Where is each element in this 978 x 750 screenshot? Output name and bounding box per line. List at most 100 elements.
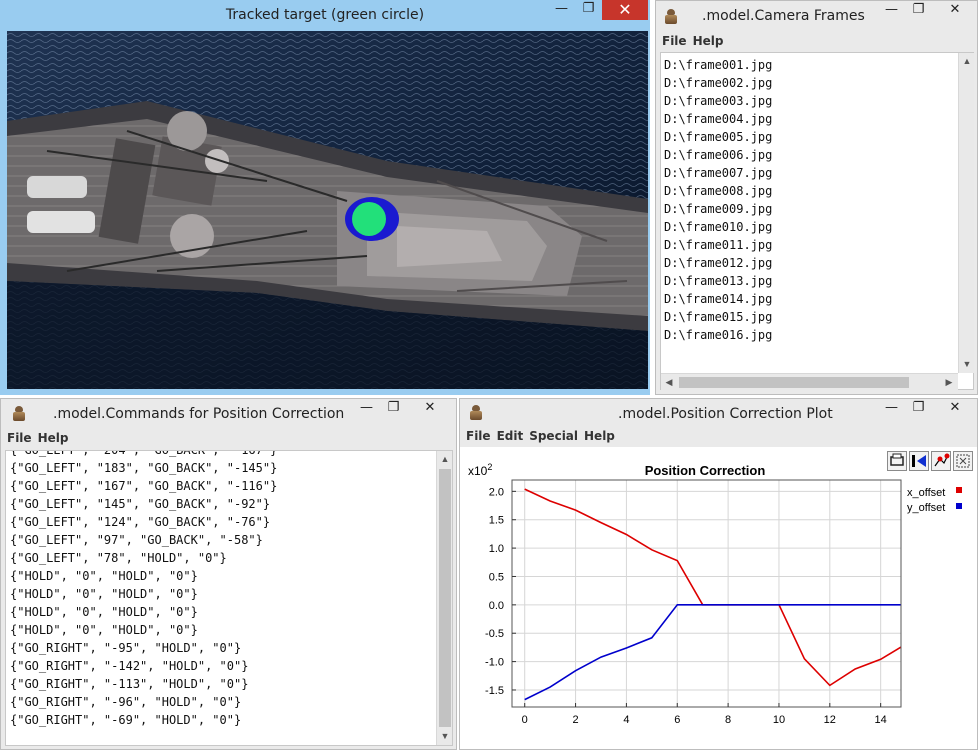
- scroll-thumb[interactable]: [679, 377, 909, 388]
- list-item[interactable]: {"GO_LEFT", "183", "GO_BACK", "-145"}: [10, 459, 277, 477]
- commands-titlebar[interactable]: .model.Commands for Position Correction …: [1, 399, 456, 429]
- legend-swatch-x-offset: [956, 487, 962, 493]
- legend-label-y-offset: y_offset: [907, 502, 945, 514]
- camera-frames-titlebar[interactable]: .model.Camera Frames — ❐ ✕: [656, 1, 977, 31]
- legend-swatch-y-offset: [956, 503, 962, 509]
- y-tick-label: 1.0: [489, 543, 504, 555]
- list-item[interactable]: D:\frame009.jpg: [664, 200, 772, 218]
- y-tick-label: -0.5: [485, 628, 504, 640]
- minimize-button[interactable]: —: [548, 0, 575, 20]
- series-line-x-offset: [524, 488, 901, 687]
- list-item[interactable]: D:\frame014.jpg: [664, 290, 772, 308]
- menu-file[interactable]: File: [662, 34, 687, 48]
- y-tick-label: 0.0: [489, 600, 504, 612]
- list-item[interactable]: {"GO_LEFT", "78", "HOLD", "0"}: [10, 549, 277, 567]
- list-item[interactable]: {"GO_RIGHT", "-142", "HOLD", "0"}: [10, 657, 277, 675]
- list-item[interactable]: D:\frame004.jpg: [664, 110, 772, 128]
- list-item[interactable]: D:\frame011.jpg: [664, 236, 772, 254]
- minimize-button[interactable]: —: [353, 399, 380, 419]
- maximize-button[interactable]: ❐: [905, 1, 932, 21]
- vertical-scrollbar[interactable]: ▲ ▼: [958, 53, 974, 373]
- list-item[interactable]: {"GO_LEFT", "167", "GO_BACK", "-116"}: [10, 477, 277, 495]
- app-icon: [12, 405, 26, 421]
- list-item[interactable]: D:\frame013.jpg: [664, 272, 772, 290]
- list-item[interactable]: D:\frame002.jpg: [664, 74, 772, 92]
- position-correction-chart: 0 2 4 6 8 10 12 14 2.0 1.5 1.0 0.5 0.0 -0.5 -1.0 -1.5 P…: [468, 462, 962, 726]
- commands-window: .model.Commands for Position Correction …: [0, 398, 457, 750]
- app-icon: [469, 404, 483, 420]
- vertical-scrollbar[interactable]: ▲ ▼: [436, 451, 452, 745]
- menu-bar: File Help: [656, 30, 977, 52]
- plot-window: .model.Position Correction Plot — ❐ ✕ Fi…: [459, 398, 978, 750]
- app-icon: [664, 8, 678, 24]
- list-item[interactable]: {"GO_RIGHT", "-113", "HOLD", "0"}: [10, 675, 277, 693]
- list-item[interactable]: D:\frame010.jpg: [664, 218, 772, 236]
- menu-file[interactable]: File: [466, 429, 491, 443]
- list-item[interactable]: {"GO_LEFT", "97", "GO_BACK", "-58"}: [10, 531, 277, 549]
- tracked-target-titlebar[interactable]: Tracked target (green circle) — ❐ ✕: [0, 0, 650, 30]
- menu-help[interactable]: Help: [584, 429, 615, 443]
- tracked-target-window: Tracked target (green circle) — ❐ ✕: [0, 0, 650, 395]
- close-button[interactable]: ✕: [932, 1, 977, 21]
- minimize-button[interactable]: —: [878, 1, 905, 21]
- close-button[interactable]: ✕: [932, 399, 977, 419]
- list-item[interactable]: D:\frame008.jpg: [664, 182, 772, 200]
- list-item[interactable]: D:\frame016.jpg: [664, 326, 772, 344]
- list-item[interactable]: D:\frame005.jpg: [664, 128, 772, 146]
- list-item[interactable]: D:\frame007.jpg: [664, 164, 772, 182]
- close-button[interactable]: ✕: [407, 399, 453, 419]
- list-item[interactable]: {"HOLD", "0", "HOLD", "0"}: [10, 585, 277, 603]
- menu-special[interactable]: Special: [529, 429, 578, 443]
- list-item[interactable]: D:\frame001.jpg: [664, 56, 772, 74]
- menu-bar: File Edit Special Help: [460, 425, 977, 447]
- list-item[interactable]: D:\frame006.jpg: [664, 146, 772, 164]
- list-item[interactable]: {"GO_RIGHT", "-96", "HOLD", "0"}: [10, 693, 277, 711]
- maximize-button[interactable]: ❐: [575, 0, 602, 20]
- chart-grid: [512, 480, 901, 707]
- format-icon[interactable]: [931, 451, 951, 471]
- y-tick-label: 0.5: [489, 571, 504, 583]
- list-item[interactable]: {"GO_LEFT", "204", "GO_BACK", "-167"}: [10, 451, 277, 459]
- plot-canvas: 0 2 4 6 8 10 12 14 2.0 1.5 1.0 0.5 0.0 -0.5 -1.0 -1.5 P…: [460, 447, 977, 749]
- scroll-left-icon[interactable]: ◀: [661, 374, 677, 390]
- list-item[interactable]: {"GO_LEFT", "145", "GO_BACK", "-92"}: [10, 495, 277, 513]
- list-item[interactable]: {"HOLD", "0", "HOLD", "0"}: [10, 567, 277, 585]
- list-item[interactable]: D:\frame003.jpg: [664, 92, 772, 110]
- chart-series: [524, 488, 901, 701]
- y-multiplier-base: x10: [468, 464, 488, 478]
- horizontal-scrollbar[interactable]: ◀ ▶: [661, 373, 958, 390]
- x-tick-label: 8: [725, 714, 731, 726]
- menu-edit[interactable]: Edit: [497, 429, 524, 443]
- x-tick-label: 2: [572, 714, 578, 726]
- list-item[interactable]: {"GO_RIGHT", "-95", "HOLD", "0"}: [10, 639, 277, 657]
- maximize-button[interactable]: ❐: [380, 399, 407, 419]
- scroll-thumb[interactable]: [439, 469, 451, 727]
- x-tick-label: 6: [674, 714, 680, 726]
- x-tick-label: 10: [773, 714, 785, 726]
- list-item[interactable]: D:\frame012.jpg: [664, 254, 772, 272]
- menu-help[interactable]: Help: [38, 431, 69, 445]
- scroll-down-icon[interactable]: ▼: [959, 356, 975, 372]
- scroll-up-icon[interactable]: ▲: [437, 451, 452, 467]
- menu-help[interactable]: Help: [693, 34, 724, 48]
- menu-file[interactable]: File: [7, 431, 32, 445]
- minimize-button[interactable]: —: [878, 399, 905, 419]
- list-item[interactable]: {"HOLD", "0", "HOLD", "0"}: [10, 621, 277, 639]
- list-item[interactable]: {"GO_RIGHT", "-69", "HOLD", "0"}: [10, 711, 277, 729]
- x-tick-label: 4: [623, 714, 629, 726]
- scroll-down-icon[interactable]: ▼: [437, 728, 452, 744]
- maximize-button[interactable]: ❐: [905, 399, 932, 419]
- commands-list: {"GO_LEFT", "204", "GO_BACK", "-167"} {"…: [5, 450, 453, 746]
- list-item[interactable]: D:\frame015.jpg: [664, 308, 772, 326]
- series-line-y-offset: [524, 604, 901, 701]
- close-button[interactable]: ✕: [602, 0, 648, 20]
- list-item[interactable]: {"HOLD", "0", "HOLD", "0"}: [10, 603, 277, 621]
- scroll-up-icon[interactable]: ▲: [959, 53, 975, 69]
- menu-bar: File Help: [1, 427, 456, 449]
- scroll-right-icon[interactable]: ▶: [941, 374, 957, 390]
- y-tick-label: 2.0: [489, 486, 504, 498]
- print-icon[interactable]: [887, 451, 907, 471]
- reset-axes-icon[interactable]: [909, 451, 929, 471]
- list-item[interactable]: {"GO_LEFT", "124", "GO_BACK", "-76"}: [10, 513, 277, 531]
- fill-icon[interactable]: [953, 451, 973, 471]
